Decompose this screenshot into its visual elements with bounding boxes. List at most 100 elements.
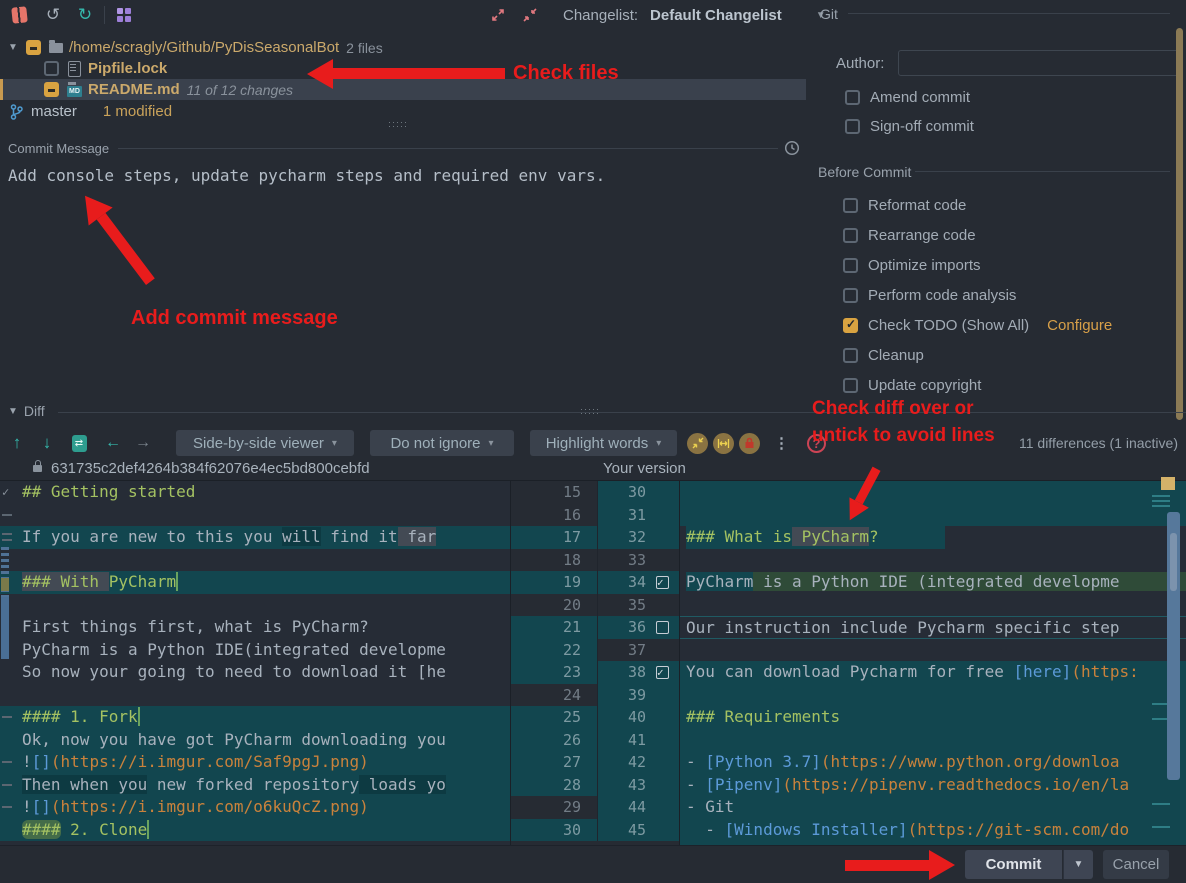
refresh-icon[interactable]: ↻ <box>74 4 96 26</box>
stripe-tick <box>1152 826 1170 828</box>
checkbox-cleanup[interactable] <box>843 348 858 363</box>
group-by-directory-icon[interactable] <box>113 4 135 26</box>
pipfile-checkbox[interactable] <box>44 61 59 76</box>
diff-line: ### With PyCharm <box>0 571 510 594</box>
collapse-icon[interactable]: ▼ <box>8 406 18 417</box>
checkbox-check-todo-show-all-[interactable] <box>843 318 858 333</box>
collapse-unchanged-icon[interactable] <box>687 433 708 454</box>
checkbox-label: Check TODO (Show All) <box>868 317 1029 334</box>
diff-scrollbar-inner <box>1170 533 1177 591</box>
diff-line-numbers: 1631 <box>511 504 679 527</box>
file-icon <box>68 61 81 77</box>
diff-line-numbers: 2237 <box>511 639 679 662</box>
diff-line <box>680 481 1186 504</box>
before-commit-item[interactable]: Reformat code <box>843 190 1112 220</box>
diff-text-segment: So now your going to need to download it… <box>22 662 446 681</box>
rollback-icon[interactable]: ↺ <box>42 4 64 26</box>
folder-icon <box>49 43 63 53</box>
stripe-marker[interactable] <box>1161 477 1175 490</box>
diff-right-pane[interactable]: ### What is PyCharm?PyCharm is a Python … <box>679 481 1186 845</box>
cancel-button[interactable]: Cancel <box>1103 850 1169 879</box>
diff-line: So now your going to need to download it… <box>0 661 510 684</box>
diff-change-checkbox[interactable] <box>656 576 669 589</box>
root-checkbox[interactable] <box>26 40 41 55</box>
gutter-dash-icon <box>2 716 12 718</box>
changelist-select[interactable]: Default Changelist <box>650 7 782 24</box>
previous-file-icon[interactable]: ← <box>102 432 124 454</box>
tree-row-root[interactable]: ▼ /home/scragly/Github/PyDisSeasonalBot … <box>0 37 806 58</box>
checkbox-rearrange-code[interactable] <box>843 228 858 243</box>
next-change-icon[interactable]: ↓ <box>36 432 58 454</box>
diff-left-pane[interactable]: ✓## Getting startedIf you are new to thi… <box>0 481 510 845</box>
amend-commit-label: Amend commit <box>870 89 970 106</box>
diff-line <box>680 639 1186 662</box>
highlight-policy-dropdown[interactable]: Highlight words▾ <box>530 430 677 456</box>
checkbox-update-copyright[interactable] <box>843 378 858 393</box>
more-options-icon[interactable]: ⋮ <box>774 434 789 452</box>
diff-change-checkbox[interactable] <box>656 621 669 634</box>
commit-message-input[interactable]: Add console steps, update pycharm steps … <box>8 166 605 185</box>
amend-commit-option[interactable]: Amend commit <box>845 89 970 106</box>
amend-commit-checkbox[interactable] <box>845 90 860 105</box>
diff-text-segment: 2. <box>61 820 100 839</box>
message-history-icon[interactable] <box>784 140 800 156</box>
commit-button[interactable]: Commit <box>965 850 1062 879</box>
diff-line: Ok, now you have got PyCharm downloading… <box>0 729 510 752</box>
collapse-all-icon[interactable] <box>519 4 541 26</box>
next-file-icon[interactable]: → <box>132 432 154 454</box>
annotation-arrow-commit-button <box>845 850 955 880</box>
top-toolbar: ↺ ↻ Changelist: Default Changelist ▼ <box>0 0 1186 30</box>
before-commit-list: Reformat codeRearrange codeOptimize impo… <box>843 190 1112 400</box>
checkbox-optimize-imports[interactable] <box>843 258 858 273</box>
compare-file-icon[interactable]: ⇄ <box>68 432 90 454</box>
before-commit-item[interactable]: Check TODO (Show All) Configure <box>843 310 1112 340</box>
ignore-policy-dropdown[interactable]: Do not ignore▾ <box>370 430 514 456</box>
previous-change-icon[interactable]: ↑ <box>6 432 28 454</box>
diff-text-segment: [Pipenv] <box>705 775 782 794</box>
commit-dropdown-button[interactable]: ▼ <box>1063 850 1093 879</box>
diff-text-segment: Fork <box>99 707 140 726</box>
viewer-mode-dropdown[interactable]: Side-by-side viewer▾ <box>176 430 354 456</box>
diff-section-header[interactable]: ▼ Diff <box>8 403 45 419</box>
before-commit-item[interactable]: Perform code analysis <box>843 280 1112 310</box>
revision-hash: 631735c2def4264b384f62076e4ec5bd800cebfd <box>51 460 370 477</box>
diff-line-numbers: 3045 <box>511 819 679 842</box>
expand-all-icon[interactable] <box>487 4 509 26</box>
before-commit-item[interactable]: Cleanup <box>843 340 1112 370</box>
gutter-dash-icon <box>2 784 12 786</box>
before-commit-item[interactable]: Update copyright <box>843 370 1112 400</box>
diff-line <box>680 549 1186 572</box>
chevron-down-icon[interactable]: ▼ <box>6 42 20 53</box>
configure-link[interactable]: Configure <box>1047 317 1112 334</box>
stripe-tick <box>1152 803 1170 805</box>
diff-text-segment: ## Getting started <box>22 482 195 501</box>
author-input[interactable] <box>898 50 1180 76</box>
splitter-handle[interactable]: ·········· <box>580 407 600 415</box>
before-commit-item[interactable]: Optimize imports <box>843 250 1112 280</box>
shelve-changes-icon[interactable] <box>8 4 30 26</box>
signoff-commit-label: Sign-off commit <box>870 118 974 135</box>
signoff-commit-option[interactable]: Sign-off commit <box>845 118 974 135</box>
diff-change-checkbox[interactable] <box>656 666 669 679</box>
diff-line-numbers: 2742 <box>511 751 679 774</box>
splitter-handle[interactable]: ·········· <box>388 120 408 128</box>
checkbox-perform-code-analysis[interactable] <box>843 288 858 303</box>
signoff-commit-checkbox[interactable] <box>845 119 860 134</box>
diff-text-segment: Then when you <box>22 775 147 794</box>
diff-line <box>680 594 1186 617</box>
before-commit-item[interactable]: Rearrange code <box>843 220 1112 250</box>
diff-text-segment: find it <box>321 527 398 546</box>
readme-checkbox[interactable] <box>44 82 59 97</box>
branch-name[interactable]: master <box>31 103 77 120</box>
diff-line: First things first, what is PyCharm? <box>0 616 510 639</box>
diff-line: #### 1. Fork <box>0 706 510 729</box>
diff-line: ![](https://i.imgur.com/Saf9pgJ.png) <box>0 751 510 774</box>
annotation-arrow-check-files <box>307 59 505 89</box>
diff-line <box>0 504 510 527</box>
checkbox-reformat-code[interactable] <box>843 198 858 213</box>
diff-text-segment: will <box>282 527 321 546</box>
panel-scrollbar[interactable] <box>1176 28 1183 420</box>
diff-line-numbers: 2439 <box>511 684 679 707</box>
disable-editing-icon[interactable] <box>739 433 760 454</box>
synchronize-scrolling-icon[interactable] <box>713 433 734 454</box>
